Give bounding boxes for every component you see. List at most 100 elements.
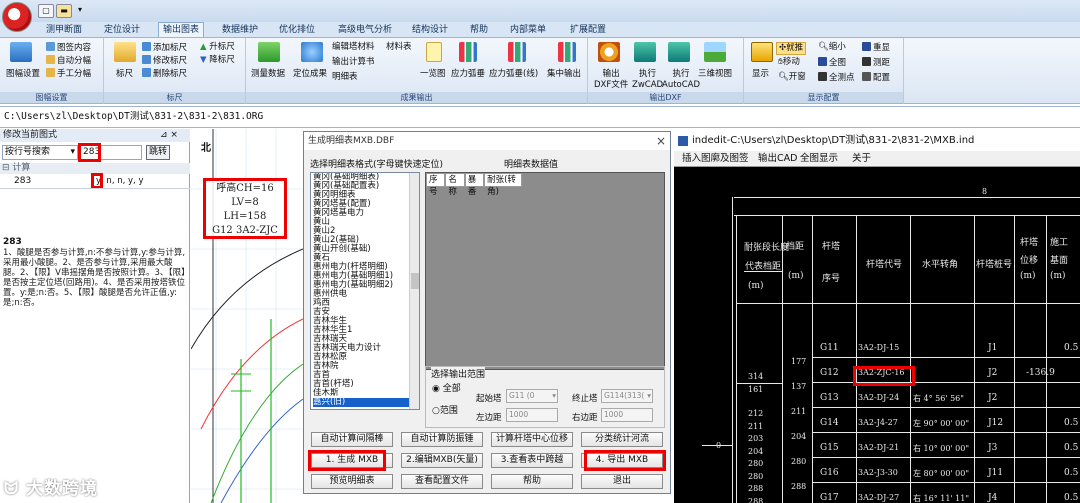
calc-book-button[interactable]: 输出计算书 bbox=[332, 57, 375, 68]
sheet-content-button[interactable]: 图签内容 bbox=[46, 42, 91, 54]
raise-ruler-button[interactable]: ▲ 升标尺 bbox=[200, 42, 235, 53]
survey-data-button[interactable]: 测量数据 bbox=[251, 69, 285, 80]
radio-range-label: 范围 bbox=[439, 406, 458, 416]
tab-5[interactable]: 高级电气分析 bbox=[334, 23, 396, 38]
section-sep bbox=[736, 383, 782, 384]
export-dxf-button[interactable]: 输出 DXF文件 bbox=[594, 69, 628, 91]
auto-split-button[interactable]: 自动分幅 bbox=[46, 55, 91, 67]
redraw-button[interactable]: 重显 bbox=[862, 42, 890, 54]
window-zoom-button[interactable]: 🔍︎开窗 bbox=[778, 72, 806, 83]
format-list-item[interactable]: 嘉兴(旧) bbox=[313, 398, 419, 407]
measure-button[interactable]: 测距 bbox=[862, 57, 890, 69]
format-listbox[interactable]: 黄冈(基础明细表) 黄冈(基础配置表) 黄冈明细表 黄冈塔基(配置) 黄冈塔基电力 黄山黄… bbox=[310, 172, 420, 410]
edit-ruler-button[interactable]: 修改标尺 bbox=[142, 55, 187, 67]
range-group-label: 选择输出范围 bbox=[431, 367, 486, 380]
material-table-button[interactable]: 材料表 bbox=[386, 42, 412, 53]
cell-pile: J11 bbox=[988, 468, 1004, 478]
menu-export-cad[interactable]: 输出CAD bbox=[758, 151, 797, 167]
end-tower-select[interactable]: G114(313(▾ bbox=[601, 389, 653, 403]
tab-0[interactable]: 测甲断面 bbox=[42, 23, 86, 38]
tab-3[interactable]: 数据维护 bbox=[218, 23, 262, 38]
panel-pin-close-icon[interactable]: ⊿ × bbox=[160, 130, 178, 140]
tab-2[interactable]: 输出图表 bbox=[158, 22, 205, 37]
3d-view-button[interactable]: 三维视图 bbox=[698, 69, 732, 80]
cell-section: 204 bbox=[748, 446, 764, 456]
cell-seq: G17 bbox=[820, 493, 839, 503]
open-folder-icon[interactable]: ▬ bbox=[56, 4, 72, 18]
add-ruler-button[interactable]: 添加标尺 bbox=[142, 42, 187, 54]
batch-output-button[interactable]: 集中输出 bbox=[547, 69, 581, 80]
tab-9[interactable]: 扩展配置 bbox=[566, 23, 610, 38]
left-margin-input[interactable]: 1000 bbox=[506, 408, 558, 422]
new-file-icon[interactable]: ▢ bbox=[38, 4, 54, 18]
grid-col-name[interactable]: 名称 bbox=[445, 173, 465, 197]
scrollbar-thumb[interactable] bbox=[411, 273, 419, 289]
run-zwcad-button[interactable]: 执行 ZwCAD bbox=[632, 69, 663, 91]
menu-full-view[interactable]: 全图显示 bbox=[800, 151, 838, 167]
display-button[interactable]: 显示 bbox=[752, 69, 769, 80]
search-mode-select[interactable]: 按行号搜索 ▾ bbox=[2, 145, 78, 160]
cell-pile: J3 bbox=[988, 443, 998, 453]
stress-sag-button[interactable]: 应力弧垂 bbox=[451, 69, 485, 80]
grid-col-tension[interactable]: 耐张(转角) bbox=[484, 173, 522, 197]
edit-mxb-button[interactable]: 2.编辑MXB(矢量) bbox=[401, 453, 483, 468]
menu-about[interactable]: 关于 bbox=[852, 151, 871, 167]
tab-8[interactable]: 内部菜单 bbox=[506, 23, 550, 38]
delete-ruler-button[interactable]: 删除标尺 bbox=[142, 68, 187, 80]
overview-button[interactable]: 一览图 bbox=[420, 69, 446, 80]
radio-range[interactable]: ○范围 bbox=[432, 403, 458, 416]
calc-center-shift-button[interactable]: 计算杆塔中心位移 bbox=[491, 432, 573, 447]
preview-table-button[interactable]: 预览明细表 bbox=[311, 474, 393, 489]
row-line bbox=[812, 432, 1080, 433]
tab-7[interactable]: 帮助 bbox=[466, 23, 492, 38]
exit-button[interactable]: 退出 bbox=[581, 474, 663, 489]
view-config-button[interactable]: 查看配置文件 bbox=[401, 474, 483, 489]
menu-insert-frame[interactable]: 插入图廓及图签 bbox=[682, 151, 749, 167]
lower-ruler-button[interactable]: ▼ 降标尺 bbox=[200, 55, 235, 66]
grid-col-exposure[interactable]: 暴番 bbox=[464, 173, 485, 197]
run-autocad-button[interactable]: 执行 AutoCAD bbox=[662, 69, 700, 91]
chevron-down-icon: ▾ bbox=[647, 391, 651, 400]
profile-drawing[interactable]: 北 呼高CH=16 LV=8 LH=158 G12 3A2-ZJC bbox=[191, 129, 303, 503]
row-line bbox=[812, 407, 1080, 408]
radio-all[interactable]: ◉ 全部 bbox=[432, 381, 461, 394]
view-crossing-button[interactable]: 3.查看表中跨越 bbox=[491, 453, 573, 468]
page-setup-button[interactable]: 图幅设置 bbox=[6, 69, 40, 80]
right-margin-input[interactable]: 1000 bbox=[601, 408, 653, 422]
auto-spacer-button[interactable]: 自动计算间隔棒 bbox=[311, 432, 393, 447]
ruler-button[interactable]: 标尺 bbox=[116, 69, 133, 80]
grid-col-seq[interactable]: 序号 bbox=[426, 173, 446, 197]
tab-1[interactable]: 定位设计 bbox=[100, 23, 144, 38]
data-grid[interactable]: 序号 名称 暴番 耐张(转角) bbox=[425, 172, 665, 370]
frame-top-inner bbox=[734, 215, 1080, 216]
list-scrollbar[interactable] bbox=[409, 173, 419, 409]
app-menu-button[interactable] bbox=[2, 2, 32, 32]
manual-split-button[interactable]: 手工分幅 bbox=[46, 68, 91, 80]
full-view-button[interactable]: 全图 bbox=[818, 57, 846, 69]
river-stats-button[interactable]: 分类统计河流 bbox=[581, 432, 663, 447]
help-button[interactable]: 帮助 bbox=[491, 474, 573, 489]
row-value-cell[interactable]: y, n, n, y, y bbox=[96, 176, 143, 186]
edit-tower-material-button[interactable]: 编辑塔材料 bbox=[332, 42, 375, 53]
qat-customize-arrow[interactable]: ▾ bbox=[78, 5, 82, 14]
nudge-button[interactable]: ✣就推 bbox=[776, 42, 807, 55]
tab-6[interactable]: 结构设计 bbox=[408, 23, 452, 38]
auto-damper-button[interactable]: 自动计算防振锤 bbox=[401, 432, 483, 447]
close-icon[interactable]: × bbox=[656, 134, 666, 148]
cell-section: 280 bbox=[748, 459, 764, 468]
config-button[interactable]: 配置 bbox=[862, 72, 890, 84]
cad-table[interactable]: 80耐张段长度代表档距(m)档距(m)杆塔序号杆塔代号水平转角杆塔桩号杆塔位移(… bbox=[674, 167, 1080, 503]
position-result-button[interactable]: 定位成果 bbox=[293, 69, 327, 80]
group-display: 显示 ✣就推 🔍︎缩小 重显 ✋︎移动 全图 测距 🔍︎开窗 全测点 配置 显示… bbox=[744, 38, 904, 104]
app-icon bbox=[678, 136, 688, 146]
stress-sag-line-button[interactable]: 应力弧垂(线) bbox=[489, 69, 538, 80]
highlight-box-value bbox=[91, 173, 103, 189]
watermark-text: 大数跨境 bbox=[26, 479, 99, 499]
all-points-button[interactable]: 全测点 bbox=[818, 72, 855, 84]
pan-button[interactable]: ✋︎移动 bbox=[778, 57, 800, 68]
zoom-out-button[interactable]: 🔍︎缩小 bbox=[818, 42, 846, 53]
jump-button[interactable]: 跳转 bbox=[146, 145, 170, 160]
tab-4[interactable]: 优化排位 bbox=[275, 23, 319, 38]
start-tower-select[interactable]: G11 (0 ▾ bbox=[506, 389, 558, 403]
detail-table-button[interactable]: 明细表 bbox=[332, 72, 358, 83]
